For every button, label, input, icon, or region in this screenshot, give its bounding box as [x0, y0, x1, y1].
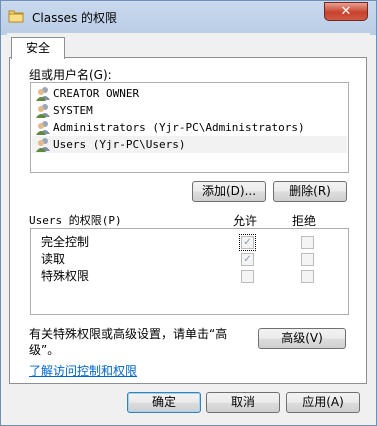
list-item[interactable]: Administrators (Yjr-PC\Administrators) — [32, 119, 347, 136]
user-name: SYSTEM — [53, 104, 93, 117]
users-listbox[interactable]: CREATOR OWNER SYSTEM Administrators (Yjr… — [30, 82, 349, 173]
user-group-icon — [36, 121, 50, 135]
remove-button[interactable]: 删除(R) — [273, 181, 347, 202]
user-group-icon — [36, 138, 50, 152]
close-button[interactable]: ✕ — [324, 2, 368, 21]
user-group-icon — [36, 87, 50, 101]
deny-checkbox[interactable] — [301, 236, 314, 249]
deny-checkbox[interactable] — [301, 270, 314, 283]
advanced-hint-line2: 级”。 — [29, 343, 60, 357]
deny-column-header: 拒绝 — [292, 214, 317, 228]
add-button[interactable]: 添加(D)... — [192, 181, 266, 202]
list-item[interactable]: SYSTEM — [32, 102, 347, 119]
user-name: Users (Yjr-PC\Users) — [53, 138, 186, 151]
advanced-hint-line1: 有关特殊权限或高级设置，请单击“高 — [29, 327, 228, 341]
allow-checkbox[interactable]: ✓ — [241, 253, 254, 266]
permissions-list: 完全控制 读取 特殊权限 ✓ ✓ — [30, 228, 349, 315]
allow-column-header: 允许 — [233, 214, 258, 228]
window-title: Classes 的权限 — [32, 11, 118, 25]
title-bar: Classes 的权限 ✕ — [1, 1, 376, 33]
advanced-button[interactable]: 高级(V) — [258, 328, 346, 349]
tab-security[interactable]: 安全 — [11, 37, 65, 59]
list-item[interactable]: Users (Yjr-PC\Users) — [32, 136, 347, 153]
permission-name: 特殊权限 — [41, 269, 90, 283]
users-list-label: 组或用户名(G): — [29, 68, 112, 82]
permission-name: 完全控制 — [41, 235, 90, 249]
deny-checkbox[interactable] — [301, 253, 314, 266]
permission-name: 读取 — [41, 252, 66, 266]
allow-checkbox[interactable]: ✓ — [239, 234, 256, 251]
access-control-help-link[interactable]: 了解访问控制和权限 — [29, 362, 137, 379]
folder-icon — [8, 10, 24, 23]
cancel-button[interactable]: 取消 — [206, 392, 280, 413]
permissions-title: Users 的权限(P) — [29, 214, 122, 227]
apply-button[interactable]: 应用(A) — [286, 392, 360, 413]
list-item[interactable]: CREATOR OWNER — [32, 85, 347, 102]
user-name: CREATOR OWNER — [53, 87, 140, 100]
user-name: Administrators (Yjr-PC\Administrators) — [53, 121, 305, 134]
ok-button[interactable]: 确定 — [127, 392, 201, 413]
user-group-icon — [36, 104, 50, 118]
allow-checkbox[interactable] — [241, 270, 254, 283]
